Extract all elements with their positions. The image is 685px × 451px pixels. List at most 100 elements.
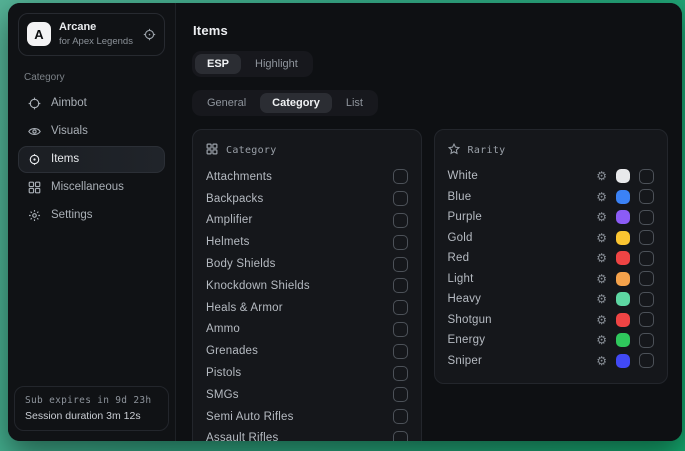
category-checkbox[interactable] xyxy=(393,409,408,424)
view-tab-group: General Category List xyxy=(192,90,378,116)
tab-highlight[interactable]: Highlight xyxy=(243,54,310,74)
tab-esp[interactable]: ESP xyxy=(195,54,241,74)
category-checkbox[interactable] xyxy=(393,169,408,184)
gear-icon[interactable]: ⚙ xyxy=(596,334,607,346)
category-label: Assault Rifles xyxy=(206,432,278,441)
main-content: Items ESP Highlight General Category Lis… xyxy=(176,3,682,441)
category-row: Backpacks xyxy=(206,188,408,210)
category-panel: Category Attachments Backpacks xyxy=(192,129,422,441)
sidebar-item-settings[interactable]: Settings xyxy=(18,202,165,229)
rarity-row: Shotgun ⚙ xyxy=(448,310,654,331)
category-checkbox[interactable] xyxy=(393,278,408,293)
sub-expires-text: Sub expires in 9d 23h xyxy=(25,395,158,406)
rarity-label: Red xyxy=(448,252,470,264)
rarity-label: Energy xyxy=(448,334,486,346)
rarity-checkbox[interactable] xyxy=(639,189,654,204)
category-label: Semi Auto Rifles xyxy=(206,411,294,423)
rarity-checkbox[interactable] xyxy=(639,251,654,266)
sidebar-item-label: Settings xyxy=(51,209,93,221)
gear-icon[interactable]: ⚙ xyxy=(596,355,607,367)
color-swatch[interactable] xyxy=(616,272,630,286)
gear-icon[interactable]: ⚙ xyxy=(596,293,607,305)
category-label: Pistols xyxy=(206,367,241,379)
rarity-label: White xyxy=(448,170,478,182)
category-checkbox[interactable] xyxy=(393,344,408,359)
rarity-checkbox[interactable] xyxy=(639,210,654,225)
rarity-checkbox[interactable] xyxy=(639,353,654,368)
gear-icon[interactable]: ⚙ xyxy=(596,232,607,244)
rarity-controls: ⚙ xyxy=(596,230,654,245)
page-title: Items xyxy=(193,23,668,38)
rarity-checkbox[interactable] xyxy=(639,333,654,348)
brand-card: A Arcane for Apex Legends xyxy=(18,13,165,56)
gear-icon[interactable]: ⚙ xyxy=(596,191,607,203)
brand-subtitle: for Apex Legends xyxy=(59,36,133,47)
sidebar-item-visuals[interactable]: Visuals xyxy=(18,118,165,145)
rarity-checkbox[interactable] xyxy=(639,169,654,184)
sidebar-item-aimbot[interactable]: Aimbot xyxy=(18,90,165,117)
rarity-panel-title: Rarity xyxy=(468,145,506,156)
color-swatch[interactable] xyxy=(616,313,630,327)
category-checkbox[interactable] xyxy=(393,257,408,272)
rarity-checkbox[interactable] xyxy=(639,230,654,245)
category-checkbox[interactable] xyxy=(393,300,408,315)
color-swatch[interactable] xyxy=(616,333,630,347)
gear-icon[interactable]: ⚙ xyxy=(596,211,607,223)
rarity-row: Blue ⚙ xyxy=(448,187,654,208)
color-swatch[interactable] xyxy=(616,292,630,306)
rarity-row: Light ⚙ xyxy=(448,269,654,290)
eye-icon xyxy=(28,124,42,138)
mode-tab-group: ESP Highlight xyxy=(192,51,313,77)
gear-icon[interactable]: ⚙ xyxy=(596,314,607,326)
category-checkbox[interactable] xyxy=(393,322,408,337)
sidebar-item-label: Aimbot xyxy=(51,97,87,109)
color-swatch[interactable] xyxy=(616,231,630,245)
rarity-row: Red ⚙ xyxy=(448,248,654,269)
category-list: Attachments Backpacks Amplifier xyxy=(206,166,408,441)
category-row: Amplifier xyxy=(206,210,408,232)
color-swatch[interactable] xyxy=(616,210,630,224)
color-swatch[interactable] xyxy=(616,354,630,368)
rarity-row: Sniper ⚙ xyxy=(448,351,654,372)
category-checkbox[interactable] xyxy=(393,366,408,381)
sidebar: A Arcane for Apex Legends Category Aimbo… xyxy=(8,3,176,441)
category-checkbox[interactable] xyxy=(393,235,408,250)
gear-icon[interactable]: ⚙ xyxy=(596,170,607,182)
color-swatch[interactable] xyxy=(616,251,630,265)
tab-category[interactable]: Category xyxy=(260,93,332,113)
rarity-row: White ⚙ xyxy=(448,166,654,187)
sidebar-section-label: Category xyxy=(24,72,159,83)
panels: Category Attachments Backpacks xyxy=(192,129,668,441)
category-row: Semi Auto Rifles xyxy=(206,406,408,428)
tab-general[interactable]: General xyxy=(195,93,258,113)
category-checkbox[interactable] xyxy=(393,431,408,441)
grid-icon xyxy=(206,143,218,158)
category-row: Attachments xyxy=(206,166,408,188)
color-swatch[interactable] xyxy=(616,190,630,204)
rarity-checkbox[interactable] xyxy=(639,292,654,307)
rarity-label: Sniper xyxy=(448,355,482,367)
gear-icon[interactable]: ⚙ xyxy=(596,252,607,264)
rarity-row: Purple ⚙ xyxy=(448,207,654,228)
sidebar-item-items[interactable]: Items xyxy=(18,146,165,173)
rarity-checkbox[interactable] xyxy=(639,271,654,286)
category-checkbox[interactable] xyxy=(393,213,408,228)
color-swatch[interactable] xyxy=(616,169,630,183)
rarity-label: Gold xyxy=(448,232,473,244)
category-checkbox[interactable] xyxy=(393,387,408,402)
category-row: Helmets xyxy=(206,231,408,253)
rarity-controls: ⚙ xyxy=(596,312,654,327)
category-checkbox[interactable] xyxy=(393,191,408,206)
category-label: Amplifier xyxy=(206,214,253,226)
sidebar-item-label: Miscellaneous xyxy=(51,181,124,193)
gear-icon[interactable]: ⚙ xyxy=(596,273,607,285)
tab-list[interactable]: List xyxy=(334,93,375,113)
category-label: SMGs xyxy=(206,389,239,401)
crosshair-icon[interactable] xyxy=(143,28,156,41)
category-row: SMGs xyxy=(206,384,408,406)
rarity-checkbox[interactable] xyxy=(639,312,654,327)
sidebar-item-label: Items xyxy=(51,153,79,165)
rarity-controls: ⚙ xyxy=(596,189,654,204)
sidebar-item-miscellaneous[interactable]: Miscellaneous xyxy=(18,174,165,201)
category-label: Body Shields xyxy=(206,258,276,270)
